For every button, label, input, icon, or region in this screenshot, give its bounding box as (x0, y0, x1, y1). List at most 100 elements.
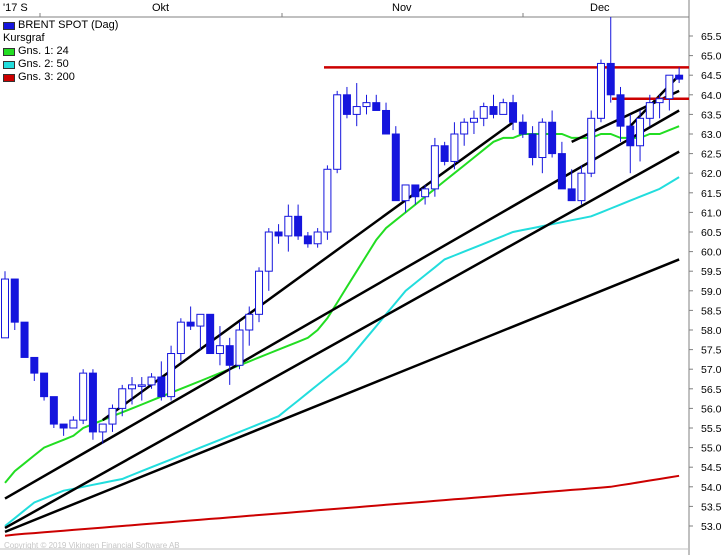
candle-body (303, 235, 312, 245)
candle-body (499, 102, 508, 115)
candle-body (333, 94, 342, 170)
candle-body (225, 345, 234, 366)
candle-body (186, 321, 195, 327)
candle-body (206, 313, 215, 355)
y-tick-label: 62.0 (701, 168, 722, 180)
y-tick-label: 64.5 (701, 70, 722, 82)
y-tick-label: 61.5 (701, 188, 722, 200)
candle-body (430, 145, 439, 190)
candle-body (284, 215, 293, 237)
x-tick-label: Nov (392, 2, 412, 14)
candle-body (88, 372, 97, 433)
candle-body (98, 423, 107, 433)
y-tick-label: 63.5 (701, 109, 722, 121)
legend-swatch-ma200 (3, 73, 15, 82)
y-tick-label: 53.5 (701, 501, 722, 513)
candle-body (626, 125, 635, 147)
y-tick-label: 57.0 (701, 364, 722, 376)
candle-body (587, 117, 596, 174)
y-tick-label: 53.0 (701, 521, 722, 533)
y-tick-label: 63.0 (701, 129, 722, 141)
candle-body (342, 94, 351, 115)
candle-body (10, 278, 19, 323)
candle-body (509, 102, 518, 123)
candle-body (313, 231, 322, 245)
candle-body (528, 133, 537, 159)
candle-body (675, 74, 684, 80)
candle-body (30, 356, 39, 374)
legend-label-ma24: Gns. 1: 24 (18, 45, 69, 57)
y-tick-label: 62.5 (701, 149, 722, 161)
y-tick-label: 59.0 (701, 286, 722, 298)
candle-body (421, 188, 430, 198)
candle-body (391, 133, 400, 202)
legend: BRENT SPOT (Dag) Kursgraf Gns. 1: 24 Gns… (3, 19, 118, 84)
legend-item-title: BRENT SPOT (Dag) (3, 19, 118, 32)
candle-body (352, 106, 361, 115)
y-tick-label: 65.0 (701, 51, 722, 63)
candle-body (655, 98, 664, 104)
legend-item-ma200: Gns. 3: 200 (3, 71, 118, 84)
y-tick-label: 54.5 (701, 462, 722, 474)
candle-body (255, 270, 264, 315)
y-tick-label: 65.5 (701, 31, 722, 43)
candle-body (567, 188, 576, 202)
y-tick-label: 55.0 (701, 443, 722, 455)
candle-body (489, 106, 498, 115)
candle-body (157, 376, 166, 398)
candle-body (118, 388, 127, 409)
candle-body (147, 376, 156, 386)
candle-body (596, 62, 605, 119)
candle-body (450, 133, 459, 162)
candle-body (362, 102, 371, 108)
candle-body (382, 109, 391, 135)
y-tick-label: 60.5 (701, 227, 722, 239)
candle-body (69, 419, 78, 429)
y-tick-label: 55.5 (701, 423, 722, 435)
candle-body (577, 172, 586, 202)
x-tick-label: Okt (152, 2, 169, 14)
legend-item-subtitle: Kursgraf (3, 32, 118, 45)
y-tick-label: 56.5 (701, 384, 722, 396)
candle-body (323, 168, 332, 233)
y-tick-label: 56.0 (701, 403, 722, 415)
candle-body (274, 231, 283, 237)
candle-body (645, 102, 654, 119)
y-tick-label: 64.0 (701, 90, 722, 102)
candle-body (108, 407, 117, 425)
legend-swatch-ma24 (3, 47, 15, 56)
candle-body (196, 313, 205, 327)
candle-body (665, 74, 674, 100)
y-tick-label: 60.0 (701, 247, 722, 259)
candle-body (294, 215, 303, 237)
candle-body (1, 278, 9, 339)
candle-body (167, 353, 176, 398)
candle-body (440, 145, 449, 162)
candle-body (616, 94, 625, 127)
chart-subtitle: Kursgraf (3, 32, 45, 44)
y-tick-label: 54.0 (701, 482, 722, 494)
candle-body (235, 329, 244, 366)
candle-body (245, 313, 254, 331)
candle-body (49, 396, 58, 425)
y-tick-label: 59.5 (701, 266, 722, 278)
legend-label-ma200: Gns. 3: 200 (18, 71, 75, 83)
x-tick-label: Dec (590, 2, 610, 14)
legend-item-ma50: Gns. 2: 50 (3, 58, 118, 71)
candle-body (59, 423, 68, 429)
candle-body (176, 321, 185, 355)
legend-item-ma24: Gns. 1: 24 (3, 45, 118, 58)
y-tick-label: 61.0 (701, 207, 722, 219)
candle-body (479, 106, 488, 119)
candle-body (636, 117, 645, 147)
legend-swatch-ma50 (3, 60, 15, 69)
legend-label-ma50: Gns. 2: 50 (18, 58, 69, 70)
candle-body (460, 121, 469, 135)
candle-body (372, 102, 381, 111)
candle-body (215, 345, 224, 355)
x-tick-label: '17 S (3, 2, 28, 14)
candle-body (401, 184, 410, 202)
legend-swatch-price (3, 21, 15, 30)
y-tick-label: 58.0 (701, 325, 722, 337)
chart-title: BRENT SPOT (Dag) (18, 19, 119, 31)
